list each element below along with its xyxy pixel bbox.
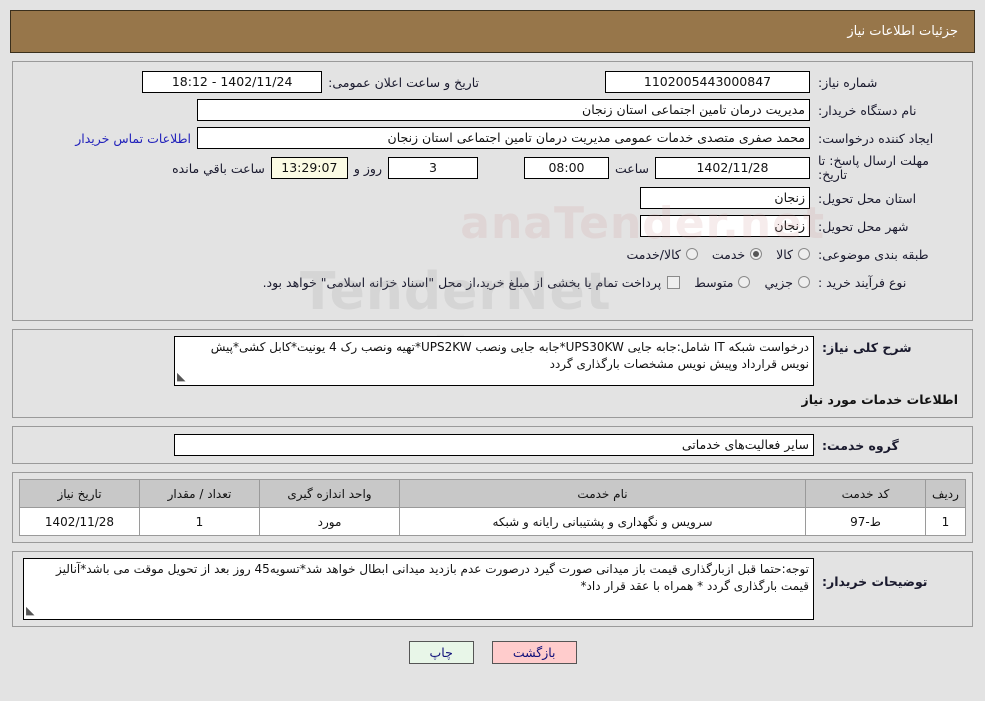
process-label: نوع فرآیند خرید : bbox=[818, 274, 907, 290]
buyer-notes-value: توجه:حتما قبل ازبارگذاری قیمت باز میدانی… bbox=[56, 562, 809, 593]
table-header-code: کد خدمت bbox=[805, 479, 926, 508]
row-city: شهر محل تحویل: زنجان bbox=[23, 214, 962, 238]
back-button[interactable]: بازگشت bbox=[491, 641, 577, 664]
radio-icon-minor[interactable] bbox=[798, 276, 810, 288]
table-cell-unit: مورد bbox=[259, 507, 400, 536]
category-option-goods-service-label: کالا/خدمت bbox=[626, 246, 681, 262]
province-label: استان محل تحویل: bbox=[818, 190, 917, 206]
description-label: شرح کلی نیاز: bbox=[822, 340, 912, 355]
table-header-unit: واحد اندازه گیری bbox=[259, 479, 400, 508]
services-table-panel: ردیف کد خدمت نام خدمت واحد اندازه گیری ت… bbox=[12, 472, 973, 543]
creator-value: محمد صفری متصدی خدمات عمومی مدیریت درمان… bbox=[197, 127, 810, 149]
services-section-heading: اطلاعات خدمات مورد نیاز bbox=[801, 392, 959, 407]
resize-grip-icon[interactable]: ◢ bbox=[177, 368, 185, 385]
description-panel: شرح کلی نیاز: درخواست شبکه IT شامل:جابه … bbox=[12, 329, 973, 418]
buyer-notes-label: توضیحات خریدار: bbox=[822, 574, 928, 589]
public-announce-value: 1402/11/24 - 18:12 bbox=[142, 71, 323, 93]
row-description: شرح کلی نیاز: درخواست شبکه IT شامل:جابه … bbox=[23, 336, 962, 386]
table-cell-index: 1 bbox=[925, 507, 966, 536]
row-buyer-org: نام دستگاه خریدار: مدیریت درمان تامین اج… bbox=[23, 98, 962, 122]
need-number-value: 1102005443000847 bbox=[605, 71, 810, 93]
row-service-group: گروه خدمت: سایر فعالیت‌های خدماتی bbox=[23, 433, 962, 457]
province-value: زنجان bbox=[640, 187, 810, 209]
radio-icon-goods-service[interactable] bbox=[685, 248, 698, 260]
service-group-label: گروه خدمت: bbox=[822, 437, 899, 453]
category-option-service-label: خدمت bbox=[711, 246, 746, 262]
city-value: زنجان bbox=[640, 215, 810, 237]
category-option-goods-service[interactable]: کالا/خدمت bbox=[612, 246, 698, 262]
footer-actions: بازگشت چاپ bbox=[0, 641, 985, 664]
deadline-hour-label: ساعت bbox=[614, 160, 649, 176]
process-option-medium[interactable]: متوسط bbox=[680, 274, 751, 290]
need-number-label: شماره نیاز: bbox=[818, 74, 878, 90]
page-title: جزئیات اطلاعات نیاز bbox=[847, 24, 958, 39]
process-option-minor-label: جزیي bbox=[764, 274, 793, 290]
process-option-minor[interactable]: جزیي bbox=[750, 275, 810, 290]
row-province: استان محل تحویل: زنجان bbox=[23, 186, 962, 210]
radio-icon-medium[interactable] bbox=[738, 276, 751, 288]
table-header-qty: تعداد / مقدار bbox=[139, 479, 260, 508]
row-creator: ایجاد کننده درخواست: محمد صفری متصدی خدم… bbox=[23, 126, 962, 150]
category-label: طبقه بندی موضوعی: bbox=[818, 246, 929, 262]
page-header: جزئیات اطلاعات نیاز bbox=[10, 10, 975, 53]
category-option-service[interactable]: خدمت bbox=[698, 246, 763, 262]
row-deadline: مهلت ارسال پاسخ: تا تاریخ: 1402/11/28 سا… bbox=[23, 154, 962, 182]
remaining-days-value: 3 bbox=[387, 157, 478, 179]
buyer-contact-link[interactable]: اطلاعات تماس خریدار bbox=[69, 131, 197, 146]
remaining-days-label: روز و bbox=[353, 160, 382, 176]
table-header-name: نام خدمت bbox=[399, 479, 806, 508]
service-group-panel: گروه خدمت: سایر فعالیت‌های خدماتی bbox=[12, 426, 973, 464]
creator-label: ایجاد کننده درخواست: bbox=[818, 130, 934, 146]
deadline-label: مهلت ارسال پاسخ: تا تاریخ: bbox=[818, 153, 929, 182]
process-option-medium-label: متوسط bbox=[694, 274, 734, 290]
deadline-date-value: 1402/11/28 bbox=[655, 157, 810, 179]
table-cell-code: ط-97 bbox=[805, 507, 926, 536]
need-info-panel: شماره نیاز: 1102005443000847 تاریخ و ساع… bbox=[12, 61, 973, 321]
buyer-notes-textarea[interactable]: توجه:حتما قبل ازبارگذاری قیمت باز میدانی… bbox=[23, 558, 814, 620]
table-header-index: ردیف bbox=[925, 479, 966, 508]
category-option-goods-label: کالا bbox=[776, 246, 793, 262]
buyer-org-value: مدیریت درمان تامین اجتماعی استان زنجان bbox=[197, 99, 810, 121]
category-option-goods[interactable]: کالا bbox=[762, 247, 810, 262]
city-label: شهر محل تحویل: bbox=[818, 218, 909, 234]
public-announce-label: تاریخ و ساعت اعلان عمومی: bbox=[328, 74, 479, 90]
row-process-type: نوع فرآیند خرید : جزیي متوسط پرداخت تمام… bbox=[23, 270, 962, 294]
table-header-row: ردیف کد خدمت نام خدمت واحد اندازه گیری ت… bbox=[19, 479, 966, 508]
description-value: درخواست شبکه IT شامل:جابه جایی UPS30KW*ج… bbox=[210, 340, 809, 371]
radio-icon-service[interactable] bbox=[750, 248, 763, 260]
buyer-org-label: نام دستگاه خریدار: bbox=[818, 102, 917, 118]
row-category: طبقه بندی موضوعی: کالا خدمت کالا/خدمت bbox=[23, 242, 962, 266]
resize-grip-icon-notes[interactable]: ◢ bbox=[26, 602, 34, 619]
treasury-checkbox-label: پرداخت تمام یا بخشی از مبلغ خرید،از محل … bbox=[262, 274, 662, 290]
table-cell-date: 1402/11/28 bbox=[19, 507, 140, 536]
service-group-value: سایر فعالیت‌های خدماتی bbox=[174, 434, 814, 456]
table-cell-qty: 1 bbox=[139, 507, 260, 536]
remaining-time-value: 13:29:07 bbox=[270, 157, 348, 179]
table-cell-name: سرویس و نگهداری و پشتیبانی رایانه و شبکه bbox=[399, 507, 806, 536]
table-header-date: تاریخ نیاز bbox=[19, 479, 140, 508]
print-button[interactable]: چاپ bbox=[408, 641, 474, 664]
radio-icon-goods[interactable] bbox=[798, 248, 810, 260]
table-row[interactable]: 1 ط-97 سرویس و نگهداری و پشتیبانی رایانه… bbox=[19, 507, 966, 536]
services-table: ردیف کد خدمت نام خدمت واحد اندازه گیری ت… bbox=[19, 479, 966, 536]
page-root: TenderNet anaTender.net aT جزئیات اطلاعا… bbox=[0, 10, 985, 701]
buyer-notes-panel: توضیحات خریدار: توجه:حتما قبل ازبارگذاری… bbox=[12, 551, 973, 627]
row-need-number: شماره نیاز: 1102005443000847 تاریخ و ساع… bbox=[23, 70, 962, 94]
deadline-hour-value: 08:00 bbox=[523, 157, 609, 179]
row-buyer-notes: توضیحات خریدار: توجه:حتما قبل ازبارگذاری… bbox=[23, 558, 962, 620]
description-textarea[interactable]: درخواست شبکه IT شامل:جابه جایی UPS30KW*ج… bbox=[174, 336, 814, 386]
remaining-suffix-label: ساعت باقي مانده bbox=[172, 160, 265, 176]
treasury-checkbox[interactable] bbox=[667, 275, 681, 289]
